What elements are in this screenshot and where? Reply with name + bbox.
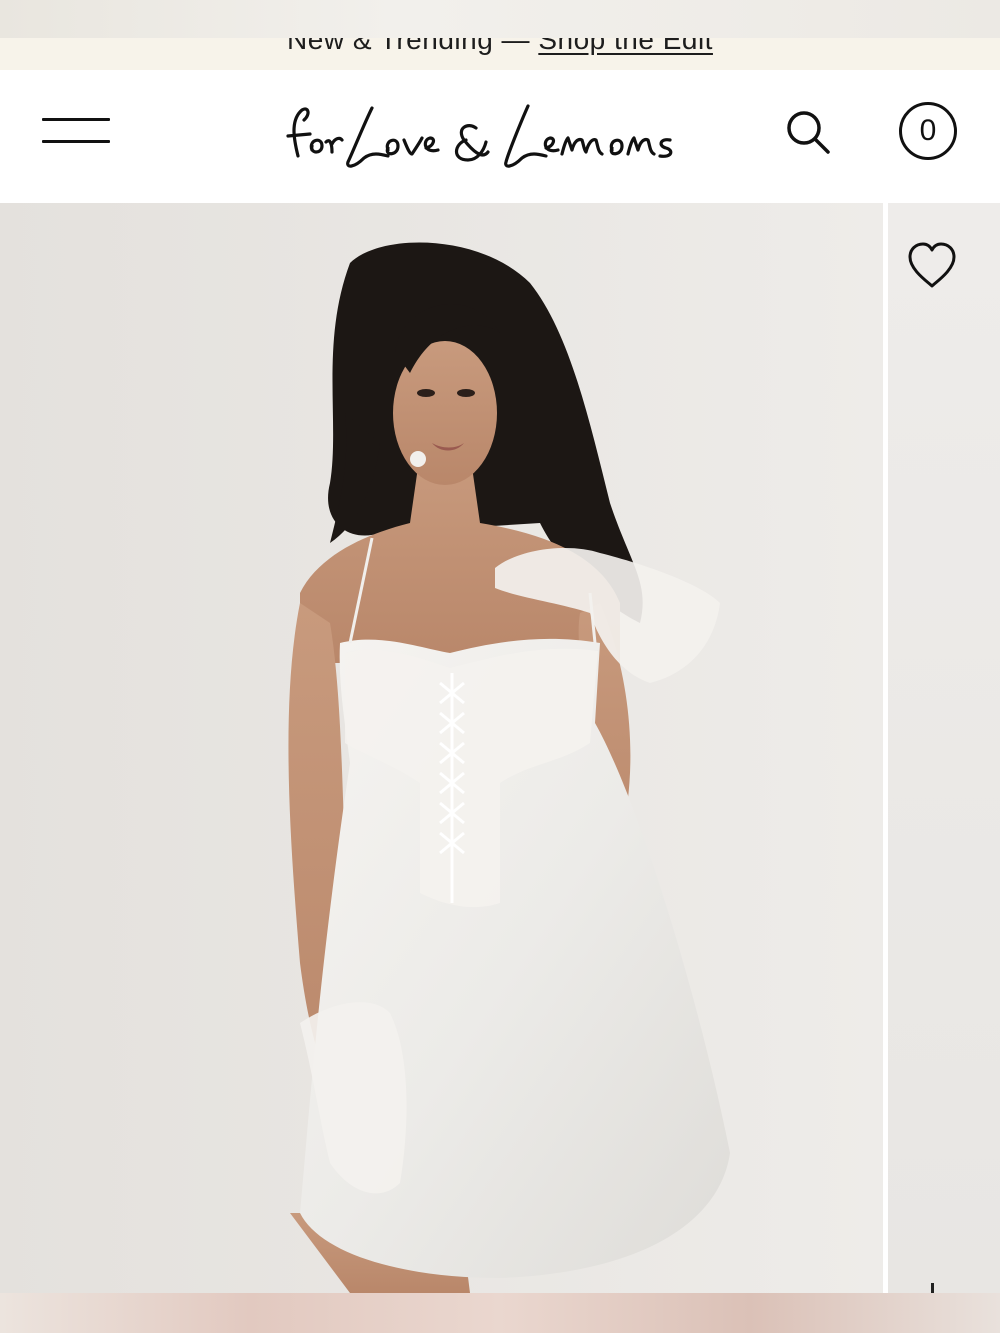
announcement-content: New & Trending — Shop the Edit [0,38,1000,56]
product-photo [0,203,883,1293]
scroll-indicator [931,1283,934,1293]
cart-button[interactable]: 0 [899,102,957,160]
heart-icon[interactable] [906,241,958,291]
announcement-link[interactable]: Shop the Edit [538,38,713,55]
logo-script-icon [286,104,673,168]
announcement-text: New & Trending — [287,38,539,55]
status-strip [0,0,1000,38]
announcement-bar: New & Trending — Shop the Edit [0,38,1000,70]
cart-count: 0 [919,114,937,147]
hamburger-icon[interactable] [42,116,110,144]
product-image-next[interactable] [888,203,1000,1293]
site-header: 0 [0,70,1000,203]
product-gallery[interactable] [0,203,1000,1293]
search-icon[interactable] [784,108,832,156]
bottom-strip [0,1293,1000,1333]
product-image-main[interactable] [0,203,883,1293]
brand-logo[interactable] [280,84,680,184]
